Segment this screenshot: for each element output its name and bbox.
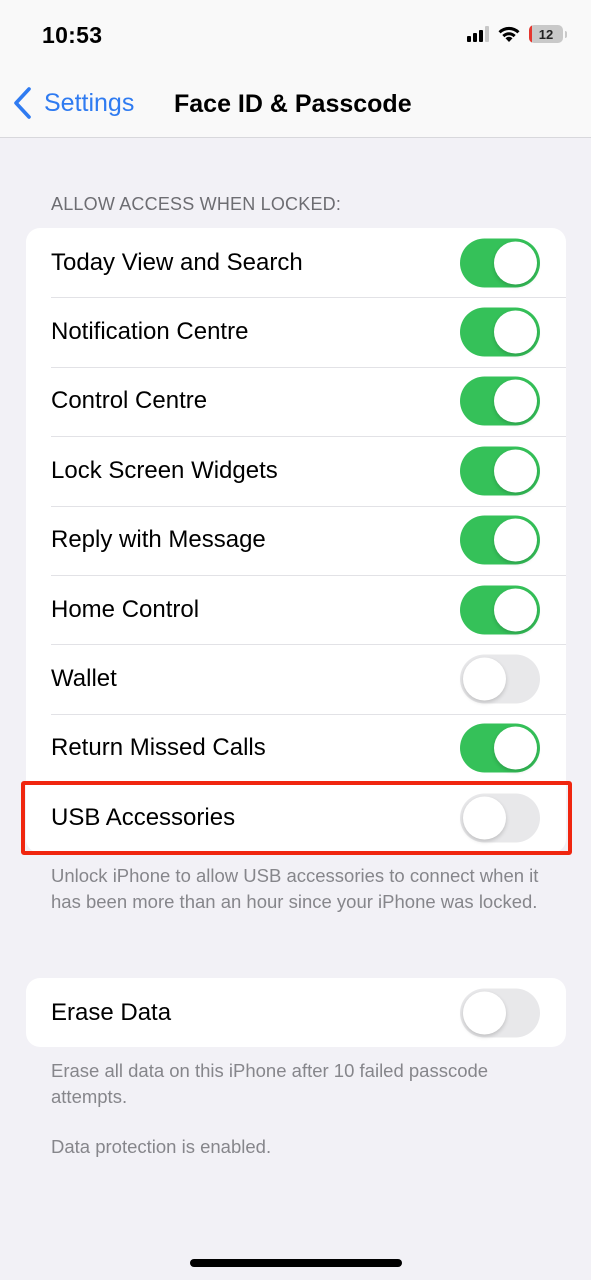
- toggle-knob: [494, 726, 537, 770]
- today-view-and-search-toggle[interactable]: [460, 238, 540, 288]
- battery-nub: [565, 30, 567, 38]
- setting-label: Home Control: [51, 595, 200, 623]
- setting-label: Reply with Message: [51, 526, 266, 554]
- toggle-knob: [494, 310, 537, 354]
- control-centre-toggle[interactable]: [460, 376, 540, 426]
- setting-label: Control Centre: [51, 387, 208, 415]
- toggle-knob: [463, 657, 506, 701]
- status-icons: 12: [467, 25, 567, 43]
- return-missed-calls-toggle[interactable]: [460, 723, 540, 773]
- setting-row-return-missed-calls: Return Missed Calls: [26, 713, 566, 783]
- page-title: Face ID & Passcode: [174, 90, 412, 118]
- status-time: 10:53: [42, 22, 103, 48]
- setting-row-control-centre: Control Centre: [26, 366, 566, 436]
- setting-row-wallet: Wallet: [26, 644, 566, 713]
- erase-data-list: Erase Data: [26, 978, 566, 1048]
- wallet-toggle[interactable]: [460, 654, 540, 704]
- setting-row-today-view-and-search: Today View and Search: [26, 228, 566, 297]
- toggle-knob: [494, 449, 537, 493]
- setting-label: USB Accessories: [51, 803, 236, 831]
- setting-label: Notification Centre: [51, 318, 249, 346]
- chevron-left-icon: [14, 87, 31, 119]
- home-indicator[interactable]: [190, 1259, 402, 1267]
- usb-accessories-toggle[interactable]: [460, 793, 540, 843]
- back-button[interactable]: Settings: [12, 86, 134, 120]
- setting-row-notification-centre: Notification Centre: [26, 297, 566, 366]
- setting-label: Lock Screen Widgets: [51, 456, 278, 484]
- toggle-knob: [494, 588, 537, 632]
- battery-percent: 12: [538, 26, 554, 42]
- navigation-bar: Settings Face ID & Passcode: [0, 70, 591, 138]
- setting-label: Erase Data: [51, 998, 172, 1026]
- setting-label: Return Missed Calls: [51, 734, 266, 762]
- toggle-knob: [463, 991, 506, 1035]
- lock-screen-widgets-toggle[interactable]: [460, 446, 540, 496]
- erase-data-toggle[interactable]: [460, 988, 540, 1038]
- erase-footer-text: Erase all data on this iPhone after 10 f…: [51, 1060, 489, 1107]
- setting-row-reply-with-message: Reply with Message: [26, 505, 566, 575]
- reply-with-message-toggle[interactable]: [460, 515, 540, 565]
- home-control-toggle[interactable]: [460, 585, 540, 635]
- section-header-allow-access: ALLOW ACCESS WHEN LOCKED:: [51, 194, 342, 214]
- setting-row-usb-accessories: USB Accessories: [26, 783, 566, 852]
- usb-footer-text: Unlock iPhone to allow USB accessories t…: [51, 865, 539, 912]
- toggle-knob: [494, 241, 537, 285]
- wifi-icon: [498, 26, 520, 42]
- setting-label: Wallet: [51, 665, 117, 693]
- allow-access-list: Today View and Search Notification Centre…: [26, 228, 566, 853]
- setting-row-erase-data: Erase Data: [26, 978, 566, 1047]
- setting-row-lock-screen-widgets: Lock Screen Widgets: [26, 436, 566, 505]
- toggle-knob: [494, 379, 537, 423]
- battery-icon: 12: [529, 25, 563, 43]
- notification-centre-toggle[interactable]: [460, 307, 540, 357]
- cellular-signal-icon: [467, 26, 489, 42]
- toggle-knob: [463, 796, 506, 840]
- setting-row-home-control: Home Control: [26, 574, 566, 644]
- toggle-knob: [494, 518, 537, 562]
- data-protection-text: Data protection is enabled.: [51, 1136, 272, 1157]
- back-label: Settings: [44, 88, 135, 117]
- status-bar: 10:53 12: [0, 0, 591, 70]
- setting-label: Today View and Search: [51, 248, 303, 276]
